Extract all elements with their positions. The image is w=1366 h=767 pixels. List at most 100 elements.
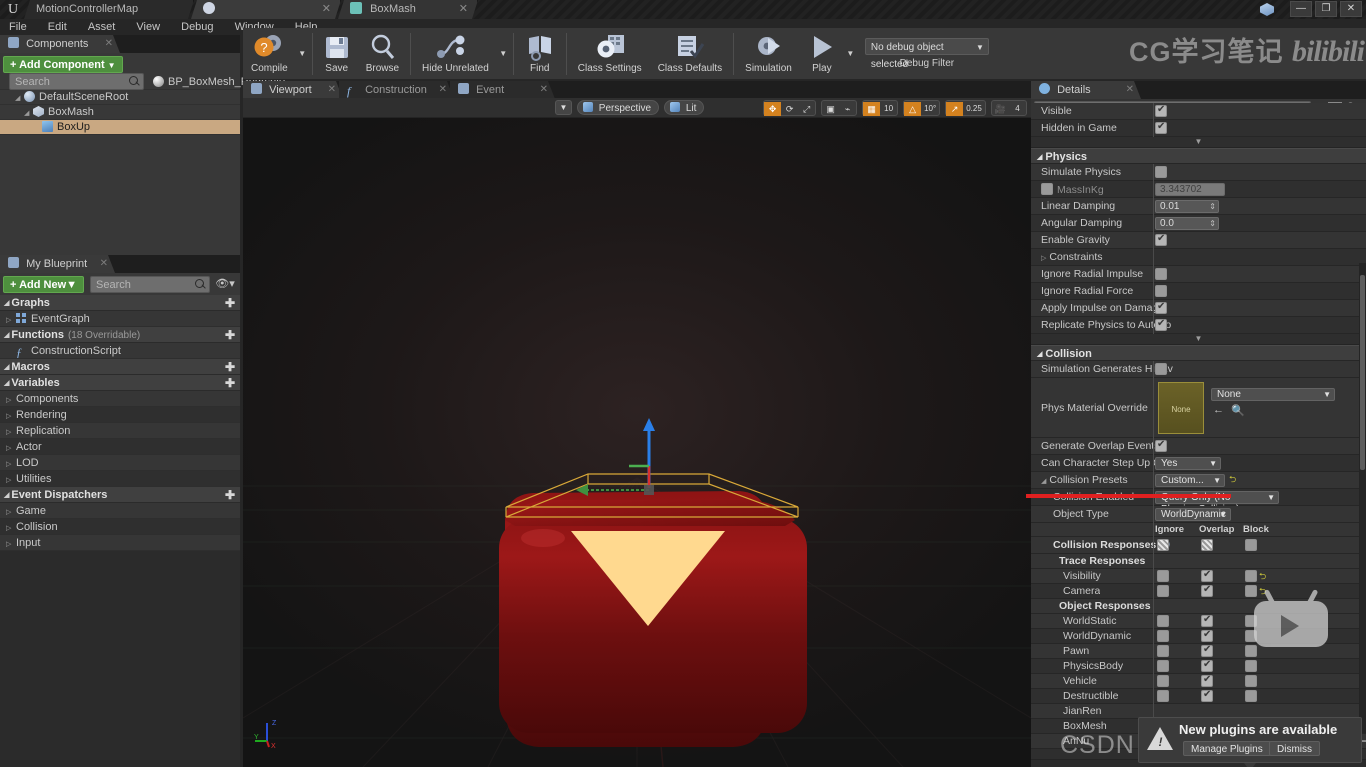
move-tool-icon[interactable]: ✥ bbox=[764, 102, 782, 116]
my-blueprint-item[interactable]: ▷ Utilities bbox=[0, 471, 240, 487]
menu-file[interactable]: File bbox=[0, 19, 36, 35]
phys-material-thumbnail[interactable]: None bbox=[1158, 382, 1204, 434]
phys-material-dropdown[interactable]: None ▼ bbox=[1211, 388, 1335, 401]
window-tab-mesh[interactable]: BoxMash ✕ bbox=[338, 0, 478, 19]
property-textbox[interactable]: 0.0 ⇕ bbox=[1155, 217, 1219, 230]
toolbar-class-defaults-button[interactable]: Class Defaults bbox=[650, 28, 730, 80]
red-box-mesh[interactable] bbox=[243, 118, 1031, 767]
menu-view[interactable]: View bbox=[127, 19, 169, 35]
response-checkbox[interactable] bbox=[1157, 615, 1169, 627]
minimize-button[interactable]: — bbox=[1290, 1, 1312, 17]
my-blueprint-item[interactable]: ▷ Input bbox=[0, 535, 240, 551]
component-tree-item[interactable]: ◢ DefaultSceneRoot bbox=[0, 90, 240, 105]
toolbar-class-settings-button[interactable]: Class Settings bbox=[570, 28, 650, 80]
use-selected-asset-icon[interactable]: ← bbox=[1213, 404, 1224, 416]
property-dropdown[interactable]: Query Only (No Physics Collision)▼ bbox=[1155, 491, 1279, 515]
property-checkbox[interactable] bbox=[1155, 121, 1167, 134]
grid-snap-value[interactable]: 10 bbox=[880, 102, 897, 116]
camera-speed-value[interactable]: 4 bbox=[1009, 102, 1026, 116]
search-input[interactable] bbox=[10, 74, 143, 89]
component-tree-item[interactable]: BoxUp bbox=[0, 120, 240, 135]
response-checkbox[interactable] bbox=[1201, 569, 1213, 582]
compile-options-caret[interactable]: ▼ bbox=[296, 28, 309, 80]
add-icon[interactable]: ✚ bbox=[225, 488, 235, 502]
section-header-event-dispatchers[interactable]: ◢ Event Dispatchers ✚ bbox=[0, 487, 240, 503]
section-collapser[interactable]: ▼ bbox=[1031, 334, 1366, 345]
response-checkbox[interactable] bbox=[1245, 675, 1257, 687]
search-input[interactable] bbox=[91, 277, 210, 292]
property-checkbox[interactable] bbox=[1155, 285, 1167, 297]
response-checkbox[interactable] bbox=[1157, 585, 1169, 597]
details-scroll-area[interactable]: VisibleHidden in Game▼◢PhysicsSimulate P… bbox=[1031, 103, 1366, 767]
response-checkbox[interactable] bbox=[1201, 659, 1213, 672]
expand-arrow-icon[interactable]: ◢ bbox=[1041, 478, 1046, 485]
tab-details[interactable]: Details ✕ bbox=[1031, 81, 1141, 99]
property-textbox[interactable]: 0.01 ⇕ bbox=[1155, 200, 1219, 213]
toolbar-play-button[interactable]: Play bbox=[800, 28, 844, 80]
expand-arrow-icon[interactable]: ◢ bbox=[24, 106, 33, 121]
response-checkbox[interactable] bbox=[1201, 689, 1213, 702]
visibility-options-button[interactable]: 👁▾ bbox=[213, 276, 237, 293]
response-checkbox[interactable] bbox=[1157, 660, 1169, 672]
section-header-functions[interactable]: ◢ Functions (18 Overridable) ✚ bbox=[0, 327, 240, 343]
window-tab-blueprint[interactable]: BP_BoxMesh_Red ✕ bbox=[191, 0, 341, 19]
property-checkbox[interactable] bbox=[1155, 268, 1167, 280]
close-icon[interactable]: ✕ bbox=[1126, 81, 1134, 99]
close-icon[interactable]: ✕ bbox=[105, 35, 113, 53]
dismiss-button[interactable]: Dismiss bbox=[1269, 741, 1320, 756]
response-checkbox[interactable] bbox=[1201, 614, 1213, 627]
scale-snap-icon[interactable]: ↗ bbox=[946, 102, 964, 116]
angle-snap-icon[interactable]: △ bbox=[904, 102, 922, 116]
play-options-caret[interactable]: ▼ bbox=[844, 28, 857, 80]
response-checkbox[interactable] bbox=[1245, 690, 1257, 702]
collision-response-checkbox[interactable] bbox=[1157, 539, 1169, 551]
grid-snap-icon[interactable]: ▦ bbox=[863, 102, 881, 116]
details-category-physics[interactable]: ◢ Physics bbox=[1031, 148, 1366, 164]
collision-response-checkbox[interactable] bbox=[1245, 539, 1257, 551]
tab-viewport[interactable]: Viewport ✕ bbox=[243, 81, 343, 99]
my-blueprint-item[interactable]: ▷ Replication bbox=[0, 423, 240, 439]
component-tree-item[interactable]: ◢ BoxMash bbox=[0, 105, 240, 120]
debug-object-dropdown[interactable]: No debug object selected ▼ bbox=[864, 38, 989, 70]
close-icon[interactable]: ✕ bbox=[100, 255, 108, 273]
my-blueprint-item[interactable]: ▷ Game bbox=[0, 503, 240, 519]
my-blueprint-item[interactable]: ▷ Collision bbox=[0, 519, 240, 535]
viewport-3d[interactable]: Z Y X bbox=[243, 118, 1031, 767]
property-dropdown[interactable]: WorldDynamic ▼ bbox=[1155, 508, 1231, 521]
menu-debug[interactable]: Debug bbox=[172, 19, 222, 35]
surface-snap-icon[interactable]: ⌁ bbox=[839, 102, 856, 116]
browse-asset-icon[interactable]: 🔍 bbox=[1231, 404, 1245, 417]
window-tab-map[interactable]: MotionControllerMap bbox=[24, 0, 194, 19]
spinner-icon[interactable]: ⇕ bbox=[1209, 218, 1216, 230]
close-icon[interactable]: ✕ bbox=[540, 81, 548, 99]
section-header-variables[interactable]: ◢ Variables ✚ bbox=[0, 375, 240, 391]
my-blueprint-item[interactable]: ▷ LOD bbox=[0, 455, 240, 471]
response-checkbox[interactable] bbox=[1157, 690, 1169, 702]
response-checkbox[interactable] bbox=[1245, 570, 1257, 582]
details-category-collision[interactable]: ◢ Collision bbox=[1031, 345, 1366, 361]
response-checkbox[interactable] bbox=[1201, 674, 1213, 687]
property-checkbox[interactable] bbox=[1155, 363, 1167, 375]
add-icon[interactable]: ✚ bbox=[225, 376, 235, 390]
section-header-graphs[interactable]: ◢ Graphs ✚ bbox=[0, 295, 240, 311]
collision-response-checkbox[interactable] bbox=[1201, 539, 1213, 551]
details-scrollbar[interactable] bbox=[1359, 263, 1366, 733]
world-space-icon[interactable]: ▣ bbox=[822, 102, 839, 116]
my-blueprint-item[interactable]: ▷ Rendering bbox=[0, 407, 240, 423]
expand-arrow-icon[interactable]: ◢ bbox=[15, 91, 24, 106]
section-header-macros[interactable]: ◢ Macros ✚ bbox=[0, 359, 240, 375]
add-component-button[interactable]: + Add Component ▼ bbox=[3, 56, 123, 73]
tab-construction-script[interactable]: f Construction Scrip ✕ bbox=[339, 81, 454, 99]
response-checkbox[interactable] bbox=[1201, 644, 1213, 657]
toolbar-browse-button[interactable]: Browse bbox=[358, 28, 407, 80]
toolbar-save-button[interactable]: Save bbox=[316, 28, 358, 80]
rotate-tool-icon[interactable]: ⟳ bbox=[781, 102, 798, 116]
property-dropdown[interactable]: Custom... ▼ bbox=[1155, 474, 1225, 487]
reset-to-default-icon[interactable]: ⮌ bbox=[1259, 569, 1266, 585]
reset-to-default-icon[interactable]: ⮌ bbox=[1229, 472, 1236, 488]
section-collapser[interactable]: ▼ bbox=[1031, 137, 1366, 148]
menu-edit[interactable]: Edit bbox=[39, 19, 76, 35]
property-checkbox[interactable] bbox=[1155, 166, 1167, 178]
property-checkbox[interactable] bbox=[1155, 439, 1167, 452]
scale-tool-icon[interactable]: ⤢ bbox=[798, 102, 815, 116]
